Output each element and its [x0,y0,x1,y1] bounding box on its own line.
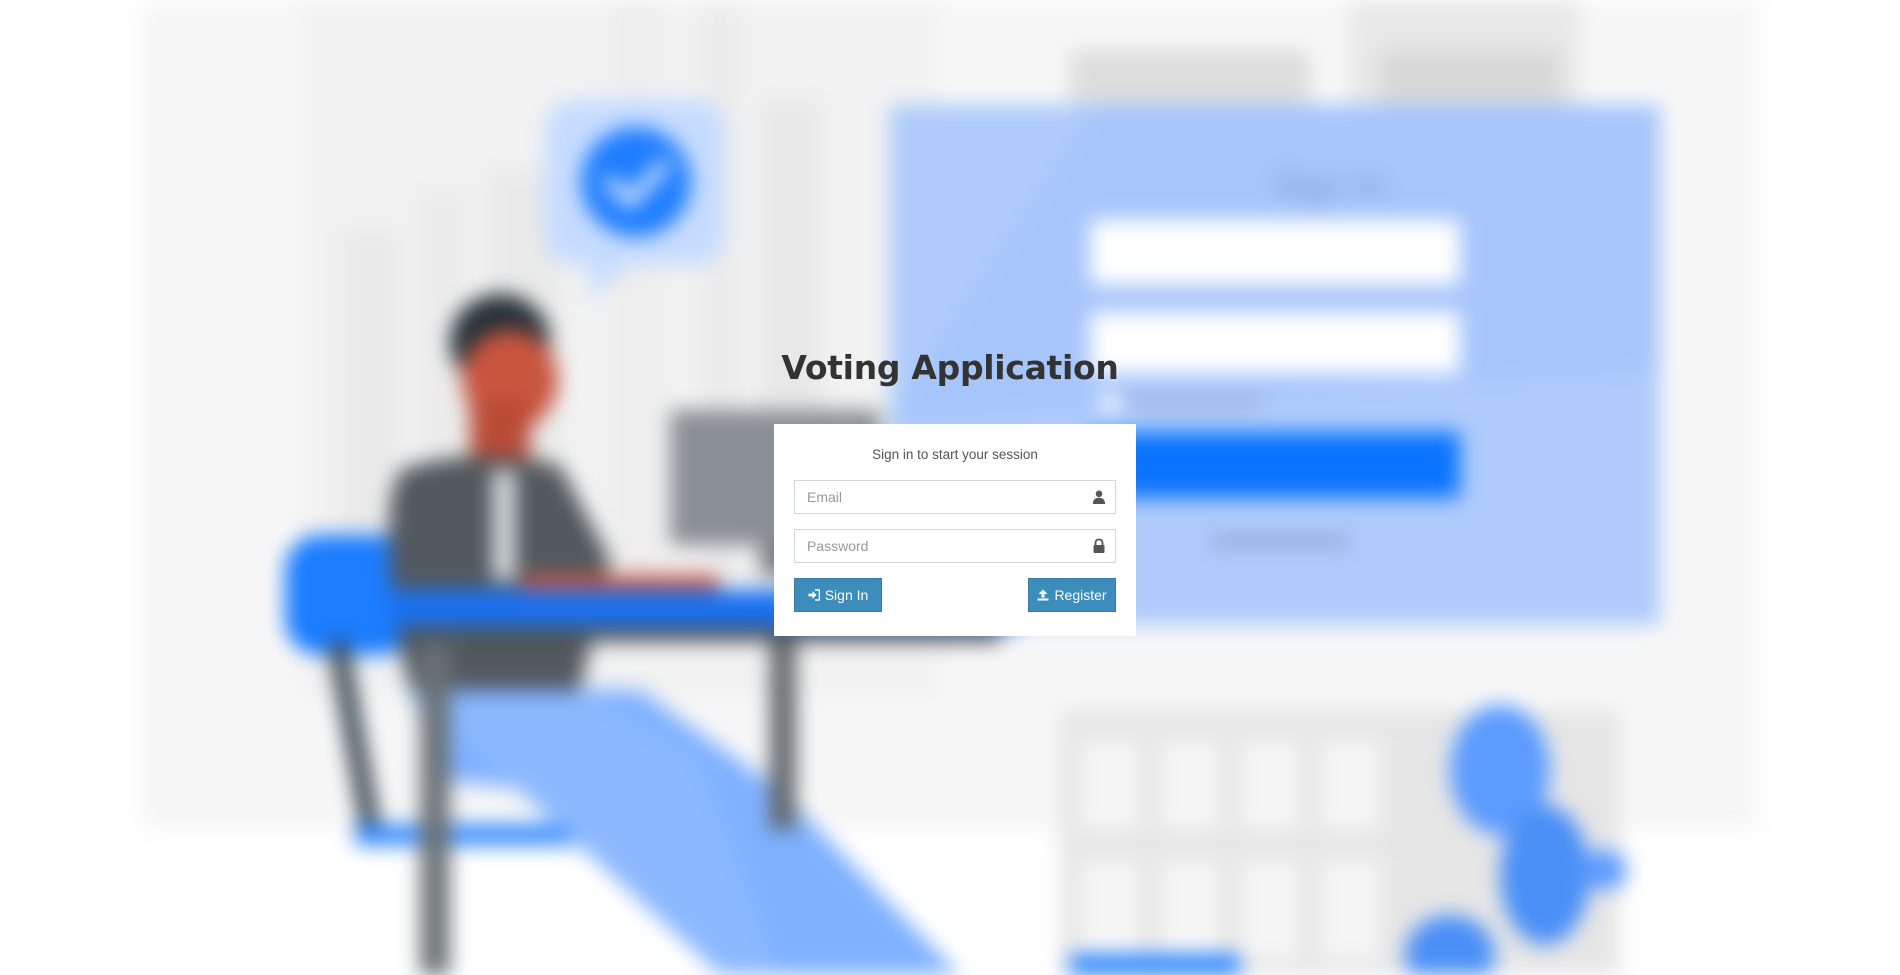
password-input[interactable] [794,529,1116,563]
sign-in-button[interactable]: Sign In [794,578,882,612]
button-row: Sign In Register [794,578,1116,612]
email-group [794,480,1116,514]
login-box: Sign in to start your session Email Sign… [774,424,1136,636]
email-input[interactable] [794,480,1116,514]
svg-text:Sign In: Sign In [1275,167,1385,205]
register-button[interactable]: Register [1028,578,1116,612]
sign-in-label: Sign In [824,587,869,603]
register-label: Register [1054,587,1107,603]
login-message: Sign in to start your session [872,447,1038,462]
login-page: Sign In Voting Application Sign in to st… [0,0,1900,975]
app-title: Voting Application [781,348,1119,387]
password-group [794,529,1116,563]
sign-in-icon [808,589,820,601]
upload-icon [1037,589,1049,601]
